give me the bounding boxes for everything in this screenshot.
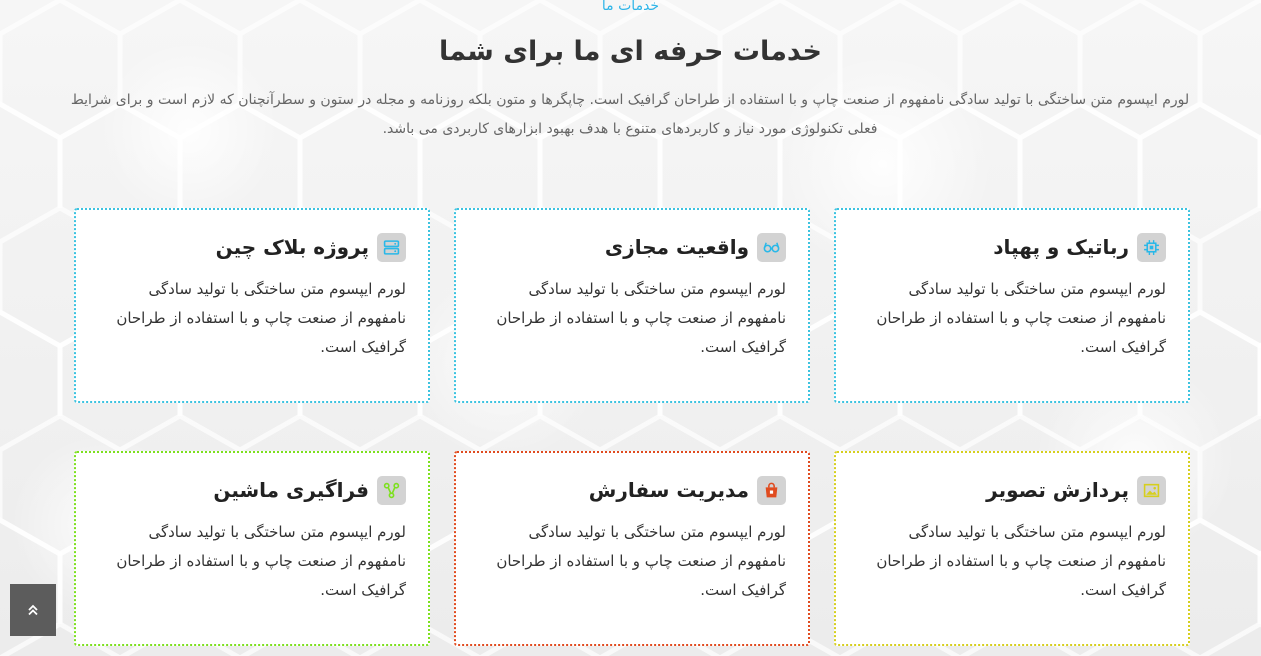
service-title: پردازش تصویر <box>986 478 1129 502</box>
service-card-image-processing[interactable]: پردازش تصویر لورم ایپسوم متن ساختگی با ت… <box>834 451 1190 646</box>
service-text: لورم ایپسوم متن ساختگی با تولید سادگی نا… <box>496 280 786 356</box>
service-title: پروژه بلاک چین <box>215 235 369 259</box>
service-card-robotics[interactable]: رباتیک و پهپاد لورم ایپسوم متن ساختگی با… <box>834 208 1190 403</box>
service-title: فراگیری ماشین <box>213 478 369 502</box>
service-text: لورم ایپسوم متن ساختگی با تولید سادگی نا… <box>116 280 406 356</box>
shopping-bag-icon <box>757 475 786 505</box>
service-text: لورم ایپسوم متن ساختگی با تولید سادگی نا… <box>876 280 1166 356</box>
section-description: لورم ایپسوم متن ساختگی با تولید سادگی نا… <box>70 92 1190 137</box>
service-card-blockchain[interactable]: پروژه بلاک چین لورم ایپسوم متن ساختگی با… <box>74 208 430 403</box>
service-title: مدیریت سفارش <box>588 478 749 502</box>
vr-glasses-icon <box>757 232 786 262</box>
service-card-vr[interactable]: واقعیت مجازی لورم ایپسوم متن ساختگی با ت… <box>454 208 810 403</box>
service-text: لورم ایپسوم متن ساختگی با تولید سادگی نا… <box>496 523 786 599</box>
scroll-to-top-button[interactable] <box>10 584 56 636</box>
service-card-machine-learning[interactable]: فراگیری ماشین لورم ایپسوم متن ساختگی با … <box>74 451 430 646</box>
service-title: رباتیک و پهپاد <box>993 235 1129 259</box>
service-card-order-management[interactable]: مدیریت سفارش لورم ایپسوم متن ساختگی با ت… <box>454 451 810 646</box>
section-title: خدمات حرفه ای ما برای شما <box>439 36 822 67</box>
server-icon <box>377 232 406 262</box>
branch-icon <box>377 475 406 505</box>
chip-icon <box>1137 232 1166 262</box>
section-kicker: خدمات ما <box>601 0 660 14</box>
service-title: واقعیت مجازی <box>604 235 749 259</box>
service-text: لورم ایپسوم متن ساختگی با تولید سادگی نا… <box>876 523 1166 599</box>
double-chevron-up-icon <box>26 603 40 617</box>
image-icon <box>1137 475 1166 505</box>
service-text: لورم ایپسوم متن ساختگی با تولید سادگی نا… <box>116 523 406 599</box>
